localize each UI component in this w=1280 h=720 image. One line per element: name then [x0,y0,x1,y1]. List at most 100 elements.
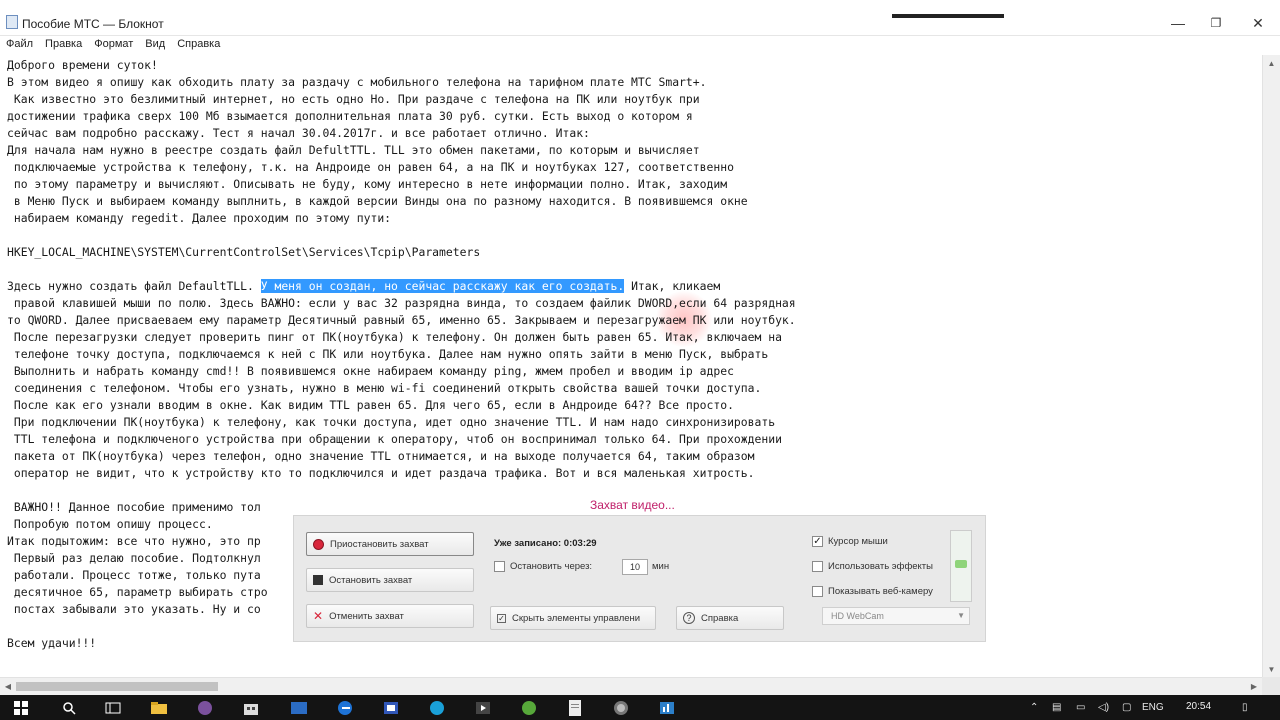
webcam-preview-toggle[interactable] [950,530,972,602]
horizontal-scroll-thumb[interactable] [16,682,218,691]
text-line[interactable]: При подключении ПК(ноутбука) к телефону,… [7,414,775,431]
stop-after-minutes-input[interactable]: 10 [622,559,648,575]
volume-tray-icon[interactable]: ◁) [1098,702,1109,713]
notification-icon[interactable]: ▢ [1122,702,1131,713]
scroll-left-icon[interactable]: ◀ [0,678,16,695]
help-button[interactable]: ? Справка [676,606,784,630]
network-app-icon[interactable] [428,699,446,716]
webcam-select[interactable]: HD WebCam ▼ [822,607,970,625]
text-line[interactable]: работали. Процесс тотже, только пута [7,567,261,584]
text-line[interactable]: Доброго времени суток! [7,57,158,74]
recorder-app-icon[interactable] [382,699,400,716]
close-button[interactable]: ✕ [1238,10,1278,36]
media-app-icon[interactable] [474,699,492,716]
text-line-content: пакета от ПК(ноутбука) через телефон, од… [7,449,755,463]
windows-start-icon[interactable] [12,699,30,716]
text-line-content: сейчас вам подробно расскажу. Тест я нач… [7,126,590,140]
text-line[interactable]: Всем удачи!!! [7,635,96,652]
text-line[interactable]: Для начала нам нужно в реестре создать ф… [7,142,700,159]
battery-tray-icon[interactable]: ▭ [1076,702,1085,713]
text-line-content: HKEY_LOCAL_MACHINE\SYSTEM\CurrentControl… [7,245,481,259]
text-line-content: работали. Процесс тотже, только пута [7,568,261,582]
network-tray-icon[interactable]: ▤ [1052,702,1061,713]
stop-capture-button[interactable]: Остановить захват [306,568,474,592]
task-view-icon[interactable] [104,699,122,716]
text-line-content: Попробую потом опишу процесс. [7,517,213,531]
scroll-up-icon[interactable]: ▲ [1263,55,1280,71]
text-line-content: В этом видео я опишу как обходить плату … [7,75,707,89]
text-line[interactable]: набираем команду regedit. Далее проходим… [7,210,391,227]
text-line[interactable]: то QWORD. Далее присваеваем ему параметр… [7,312,796,329]
text-line-content: телефоне точку доступа, подключаемся к н… [7,347,769,361]
scroll-down-icon[interactable]: ▼ [1263,661,1280,677]
language-indicator[interactable]: ENG [1142,702,1164,713]
clock-time[interactable]: 20:54 [1186,701,1211,712]
text-line[interactable]: десятичное 65, параметр выбирать стро [7,584,268,601]
text-line[interactable]: пакета от ПК(ноутбука) через телефон, од… [7,448,755,465]
text-line-content: TTL телефона и подключеного устройства п… [7,432,782,446]
selected-text[interactable]: У меня он создан, но сейчас расскажу как… [260,279,625,293]
text-line-content: Выполнить и набрать команду cmd!! В появ… [7,364,734,378]
menu-format[interactable]: Формат [88,36,139,54]
text-line[interactable]: После как его узнали вводим в окне. Как … [7,397,734,414]
tray-chevron-icon[interactable]: ⌃ [1030,702,1038,713]
recording-region-marker [892,14,1004,18]
text-line[interactable]: по этому параметру и вычисляют. Описыват… [7,176,727,193]
text-line[interactable]: телефоне точку доступа, подключаемся к н… [7,346,768,363]
text-line[interactable]: оператор не видит, что к устройству кто … [7,465,755,482]
window-app-icon[interactable] [290,699,308,716]
vertical-scrollbar[interactable]: ▲ ▼ [1262,55,1280,677]
text-line[interactable]: TTL телефона и подключеного устройства п… [7,431,782,448]
stop-after-checkbox[interactable] [494,561,505,572]
chart-app-icon[interactable] [658,699,676,716]
menu-help[interactable]: Справка [171,36,226,54]
text-line[interactable]: соединения с телефоном. Чтобы его узнать… [7,380,762,397]
recorded-time: Уже записано: 0:03:29 [494,538,597,549]
search-icon[interactable] [60,699,78,716]
text-line[interactable]: Первый раз делаю пособие. Подтолкнул [7,550,261,567]
action-center-icon[interactable]: ▯ [1242,702,1248,713]
menu-edit[interactable]: Правка [39,36,88,54]
text-line[interactable]: подключаемые устройства к телефону, т.к.… [7,159,734,176]
text-line[interactable]: достижении трафика сверх 100 Мб взымаетс… [7,108,693,125]
text-line[interactable]: Здесь нужно создать файл DefaultTLL. У м… [7,278,720,295]
text-line[interactable]: После перезагрузки следует проверить пин… [7,329,782,346]
text-line-content: После как его узнали вводим в окне. Как … [7,398,734,412]
text-line-content: то QWORD. Далее присваеваем ему параметр… [7,313,796,327]
browser-app-icon[interactable] [612,699,630,716]
edge-browser-icon[interactable] [336,699,354,716]
text-line[interactable]: ВАЖНО!! Данное пособие применимо тол [7,499,261,516]
horizontal-scrollbar[interactable]: ◀ ▶ [0,677,1262,695]
pause-capture-button[interactable]: Приостановить захват [306,532,474,556]
use-effects-checkbox[interactable] [812,561,823,572]
document-app-icon[interactable] [566,699,584,716]
text-line[interactable]: Попробую потом опишу процесс. [7,516,213,533]
text-line[interactable]: сейчас вам подробно расскажу. Тест я нач… [7,125,590,142]
mouse-cursor-checkbox[interactable]: ✓ [812,536,823,547]
text-line[interactable]: HKEY_LOCAL_MACHINE\SYSTEM\CurrentControl… [7,244,480,261]
stop-capture-label: Остановить захват [329,574,413,586]
menu-file[interactable]: Файл [0,36,39,54]
menu-view[interactable]: Вид [139,36,171,54]
scrollbar-corner [1262,677,1280,695]
show-webcam-checkbox[interactable] [812,586,823,597]
maximize-button[interactable]: ❐ [1196,10,1236,36]
text-line[interactable]: В этом видео я опишу как обходить плату … [7,74,707,91]
minimize-button[interactable]: — [1158,10,1198,36]
menu-bar: Файл Правка Формат Вид Справка [0,36,1280,54]
scroll-right-icon[interactable]: ▶ [1246,678,1262,695]
file-explorer-icon[interactable] [150,699,168,716]
text-line-content: Доброго времени суток! [7,58,158,72]
viber-icon[interactable] [196,699,214,716]
text-line[interactable]: Итак подытожим: все что нужно, это пр [7,533,261,550]
text-line[interactable]: правой клавишей мыши по полю. Здесь ВАЖН… [7,295,796,312]
taskbar: ⌃ ▤ ▭ ◁) ▢ ENG 20:54 ▯ [0,695,1280,720]
text-line[interactable]: постах забывали это указать. Ну и со [7,601,261,618]
text-line[interactable]: Как известно это безлимитный интернет, н… [7,91,700,108]
hide-controls-button[interactable]: ✓ Скрыть элементы управлени [490,606,656,630]
text-line[interactable]: в Меню Пуск и выбираем команду выплнить,… [7,193,748,210]
text-line[interactable]: Выполнить и набрать команду cmd!! В появ… [7,363,734,380]
store-icon[interactable] [242,699,260,716]
utorrent-icon[interactable] [520,699,538,716]
cancel-capture-button[interactable]: ✕ Отменить захват [306,604,474,628]
